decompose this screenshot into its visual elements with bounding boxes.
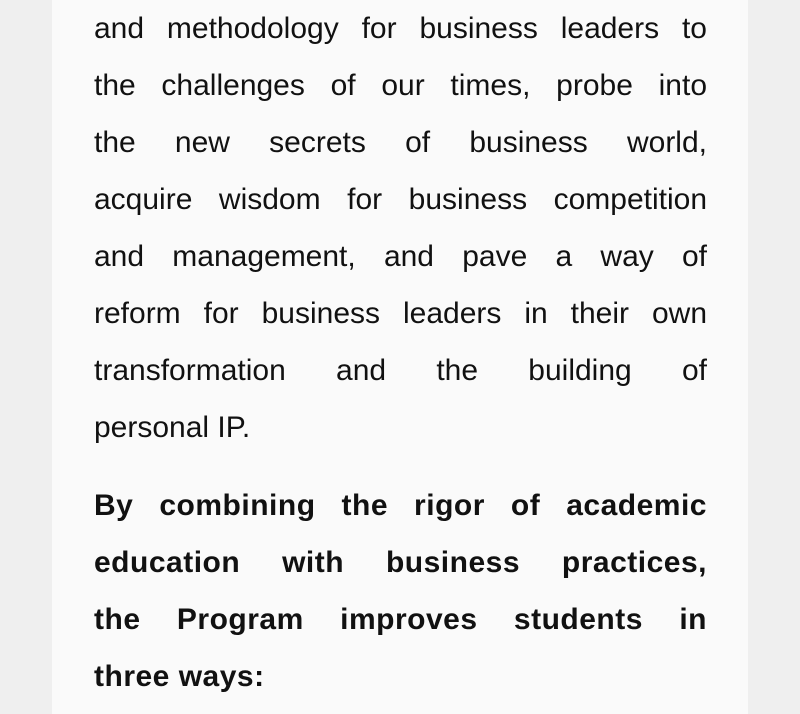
text-line: acquire wisdom for business competition: [94, 183, 707, 216]
text-line: reform for business leaders in their own: [94, 297, 707, 330]
text-line: and management, and pave a way of: [94, 240, 707, 273]
text-line: education with business practices,: [94, 546, 707, 579]
text-line: the challenges of our times, probe into: [94, 69, 707, 102]
bold-paragraph: By combining the rigor of academic educa…: [94, 477, 707, 705]
body-paragraph: and methodology for business leaders to …: [94, 0, 707, 456]
text-line: personal IP.: [94, 411, 251, 444]
text-line: transformation and the building of: [94, 354, 707, 387]
text-line: the new secrets of business world,: [94, 126, 707, 159]
text-line: and methodology for business leaders to: [94, 12, 707, 45]
text-line: the Program improves students in: [94, 603, 707, 636]
text-line: three ways:: [94, 660, 265, 693]
text-line: By combining the rigor of academic: [94, 489, 707, 522]
